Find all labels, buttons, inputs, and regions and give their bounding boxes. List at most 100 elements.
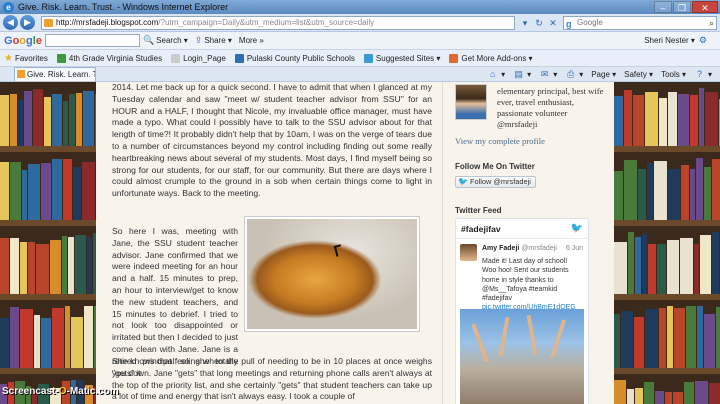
- favorites-star-icon[interactable]: ★: [4, 53, 13, 64]
- post-paragraph: 2014. Let me back up for a quick second.…: [112, 82, 432, 199]
- twitter-feed-heading: Twitter Feed: [455, 206, 502, 215]
- fav-label: Suggested Sites ▾: [375, 53, 441, 63]
- search-input[interactable]: g Google ⌕: [563, 15, 717, 30]
- book-spine: [614, 171, 623, 220]
- page-menu[interactable]: Page ▾: [591, 70, 616, 79]
- widget-hashtag[interactable]: #fadejifav: [461, 224, 501, 234]
- book-spine: [712, 159, 720, 220]
- book-spine: [0, 95, 9, 146]
- twitter-bird-icon[interactable]: 🐦: [571, 223, 583, 234]
- fav-item-virginia-studies[interactable]: 4th Grade Virginia Studies: [56, 53, 163, 63]
- book-spine: [41, 163, 51, 220]
- back-button[interactable]: ◀: [3, 15, 18, 30]
- page-icon: [44, 18, 53, 27]
- refresh-icon[interactable]: ↻: [532, 16, 546, 30]
- url-field[interactable]: http://mrsfadeji.blogspot.com/?utm_campa…: [41, 15, 515, 30]
- stop-icon[interactable]: ✕: [546, 16, 560, 30]
- share-icon: ⇪: [194, 35, 203, 45]
- book-spine: [69, 94, 75, 146]
- book-spine: [34, 315, 40, 368]
- print-button[interactable]: ⎙ ▾: [565, 69, 583, 79]
- book-spine: [673, 392, 683, 404]
- book-spine: [699, 88, 704, 146]
- mouse-cursor-icon: [333, 244, 344, 257]
- book-spine: [84, 306, 93, 368]
- minimize-button[interactable]: –: [654, 1, 672, 13]
- book-spine: [28, 242, 35, 294]
- feeds-button[interactable]: ▤ ▾: [513, 69, 531, 79]
- book-spine: [642, 234, 647, 294]
- tab-blog[interactable]: Give. Risk. Learn. Trust.: [14, 67, 96, 81]
- forward-button[interactable]: ▶: [20, 15, 35, 30]
- book-spine: [667, 240, 679, 294]
- book-spine: [668, 92, 677, 146]
- book-spine: [63, 101, 68, 146]
- home-button[interactable]: ⌂ ▾: [487, 69, 505, 79]
- dropdown-icon[interactable]: ▾: [518, 16, 532, 30]
- fav-icon: [363, 53, 373, 63]
- twitter-widget: #fadejifav 🐦 Amy Fadeji @mrsfadeji 6 Jun…: [455, 218, 589, 404]
- book-spine: [627, 389, 634, 404]
- book-spine: [705, 92, 718, 146]
- google-more-button[interactable]: More »: [239, 36, 264, 45]
- book-spine: [628, 232, 634, 294]
- wrench-icon[interactable]: ⚙: [699, 35, 709, 46]
- book-spine: [20, 309, 33, 368]
- url-host: http://mrsfadeji.blogspot.com: [56, 17, 159, 27]
- logo-letter: e: [35, 34, 42, 47]
- fav-item-suggested-sites[interactable]: Suggested Sites ▾: [363, 53, 441, 63]
- fav-icon: [56, 53, 66, 63]
- avatar[interactable]: [455, 84, 487, 120]
- screencast-watermark: Screencast-O-Matic.com: [2, 386, 119, 397]
- tweet-avatar[interactable]: [460, 244, 477, 261]
- book-spine: [667, 306, 673, 368]
- book-spine: [44, 97, 51, 146]
- tweet-handle[interactable]: @mrsfadeji: [521, 245, 557, 252]
- twitter-bird-icon: 🐦: [458, 177, 468, 186]
- mail-button[interactable]: ✉ ▾: [539, 69, 557, 79]
- tweet: Amy Fadeji @mrsfadeji 6 Jun Made it! Las…: [456, 239, 588, 312]
- google-icon: g: [566, 18, 572, 29]
- google-share-button[interactable]: ⇪ Share ▾: [195, 35, 232, 46]
- fav-label: 4th Grade Virginia Studies: [68, 53, 163, 63]
- google-toolbar: Google 🔍 Search ▾ ⇪ Share ▾ More » Sheri N…: [0, 32, 720, 50]
- shelf-board: [614, 220, 720, 226]
- favorites-button[interactable]: Favorites: [15, 54, 48, 63]
- book-spine: [647, 163, 653, 220]
- view-profile-link[interactable]: View my complete profile: [455, 136, 545, 146]
- book-spine: [633, 95, 644, 146]
- maximize-button[interactable]: ❐: [673, 1, 691, 13]
- tweet-author[interactable]: Amy Fadeji: [482, 245, 519, 252]
- book-spine: [52, 94, 62, 146]
- book-spine: [635, 388, 643, 404]
- book-spine: [10, 307, 19, 368]
- book-spine: [645, 92, 658, 146]
- tweet-photo[interactable]: [460, 309, 584, 404]
- tweet-date[interactable]: 6 Jun: [566, 244, 583, 253]
- shelf-board: [0, 368, 96, 374]
- close-button[interactable]: ✕: [692, 1, 718, 13]
- search-icon[interactable]: ⌕: [709, 17, 714, 29]
- book-spine: [700, 235, 711, 294]
- help-button[interactable]: ? ▾: [694, 69, 712, 79]
- fav-item-pulaski-schools[interactable]: Pulaski County Public Schools: [234, 53, 355, 63]
- fav-icon: [171, 53, 181, 63]
- bookshelf-left: [0, 82, 96, 404]
- book-spine: [28, 164, 40, 220]
- shelf-board: [0, 146, 96, 152]
- safety-menu[interactable]: Safety ▾: [624, 70, 653, 79]
- google-search-input[interactable]: [44, 34, 140, 47]
- cmd-dropdown: ▾: [501, 69, 506, 79]
- book-spine: [697, 306, 703, 368]
- address-bar: ◀ ▶ http://mrsfadeji.blogspot.com/?utm_c…: [0, 14, 720, 32]
- book-spine: [659, 308, 666, 368]
- book-spine: [71, 317, 83, 368]
- google-user-menu[interactable]: Sheri Nester ▾: [644, 36, 695, 45]
- fav-item-login-page[interactable]: Login_Page: [171, 53, 226, 63]
- fav-item-get-addons[interactable]: Get More Add-ons ▾: [449, 53, 533, 63]
- tools-menu[interactable]: Tools ▾: [661, 70, 686, 79]
- book-spine: [704, 167, 711, 220]
- book-spine: [695, 381, 708, 404]
- twitter-follow-button[interactable]: 🐦 Follow @mrsfadeji: [455, 176, 536, 188]
- google-search-button[interactable]: 🔍 Search ▾: [143, 35, 188, 46]
